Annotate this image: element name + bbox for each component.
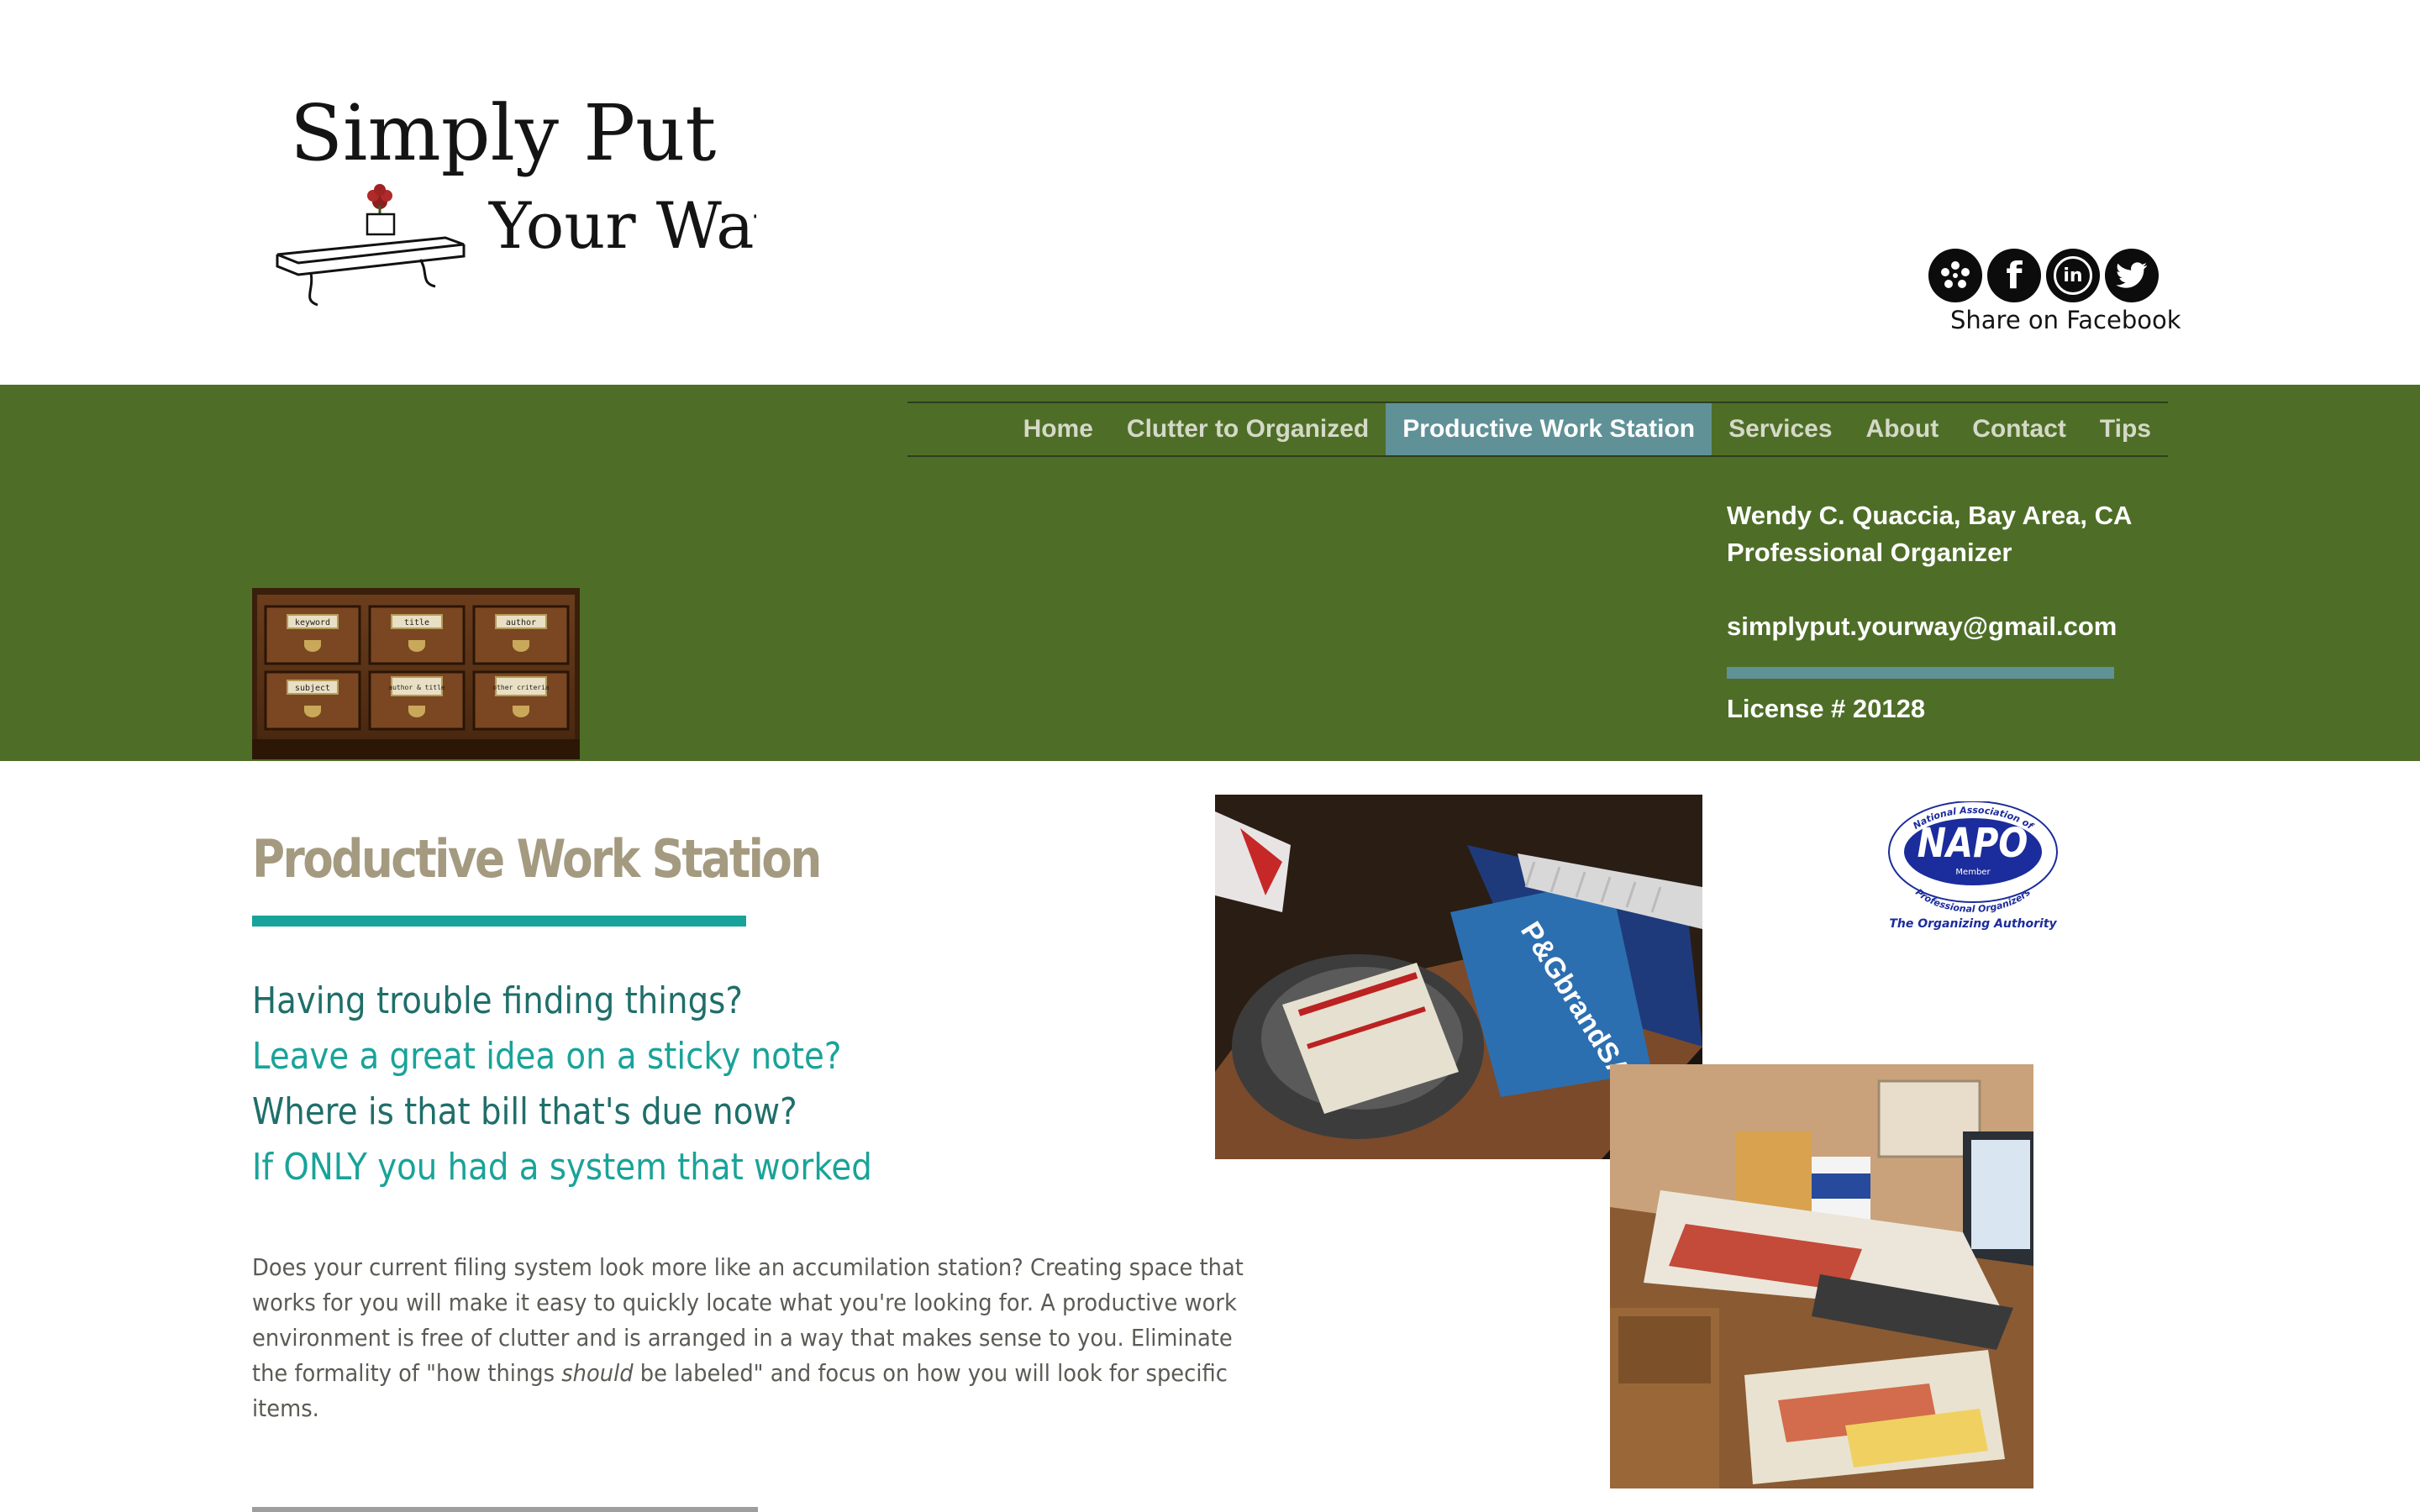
social-links: f in Share on Facebook <box>1928 249 2181 343</box>
tagline-1: Having trouble finding things? <box>252 979 743 1022</box>
share-on-facebook-link[interactable]: Share on Facebook <box>1950 306 2181 334</box>
nav-services[interactable]: Services <box>1712 403 1849 455</box>
napo-badge-text: NAPO <box>1918 819 2028 867</box>
drawer-label-author-title: author & title <box>388 684 445 691</box>
yelp-icon[interactable] <box>1928 249 1982 302</box>
drawer-label-keyword: keyword <box>295 618 330 627</box>
main-nav: Home Clutter to Organized Productive Wor… <box>908 402 2168 457</box>
page-title: Productive Work Station <box>252 828 822 890</box>
nav-tips[interactable]: Tips <box>2083 403 2168 455</box>
nav-productive-work-station[interactable]: Productive Work Station <box>1386 403 1712 455</box>
nav-clutter-to-organized[interactable]: Clutter to Organized <box>1110 403 1386 455</box>
site-logo[interactable]: Simply Put Your Way <box>252 80 791 315</box>
cluttered-desk-photo <box>1610 1064 2033 1488</box>
contact-email-link[interactable]: simplyput.yourway@gmail.com <box>1727 612 2117 642</box>
tagline-2: Leave a great idea on a sticky note? <box>252 1035 842 1078</box>
logo-line2: Your Way <box>488 188 756 263</box>
drawer-label-title: title <box>404 618 429 627</box>
logo-line1: Simply Put <box>290 88 716 178</box>
body-paragraph: Does your current filing system look mor… <box>252 1250 1257 1426</box>
flower-icon <box>366 184 396 236</box>
body-text-emphasis: should <box>561 1359 634 1387</box>
facebook-icon[interactable]: f <box>1987 249 2041 302</box>
drawer-label-author: author <box>506 618 536 627</box>
nav-about[interactable]: About <box>1849 403 1956 455</box>
twitter-icon[interactable] <box>2105 249 2159 302</box>
drawer-label-subject: subject <box>295 684 330 693</box>
nav-contact[interactable]: Contact <box>1955 403 2083 455</box>
nav-home[interactable]: Home <box>1007 403 1110 455</box>
napo-tagline: The Organizing Authority <box>1889 917 2057 931</box>
linkedin-icon[interactable]: in <box>2046 249 2100 302</box>
drawer-label-other-criteria: other criteria <box>492 684 550 691</box>
napo-member-text: Member <box>1955 868 1991 877</box>
contact-name: Wendy C. Quaccia, Bay Area, CA <box>1727 501 2133 530</box>
contact-divider <box>1727 667 2114 679</box>
contact-role: Professional Organizer <box>1727 538 2012 567</box>
tagline-4: If ONLY you had a system that worked <box>252 1146 872 1189</box>
tagline-3: Where is that bill that's due now? <box>252 1090 797 1133</box>
card-catalog-image: keyword title author subject author & ti… <box>252 588 580 759</box>
napo-member-badge[interactable]: National Association of NAPO Member Prof… <box>1882 801 2064 936</box>
next-section-preview <box>252 1507 758 1512</box>
title-underline <box>252 916 746 927</box>
license-number: License # 20128 <box>1727 694 1926 723</box>
shelf-icon <box>276 236 466 307</box>
